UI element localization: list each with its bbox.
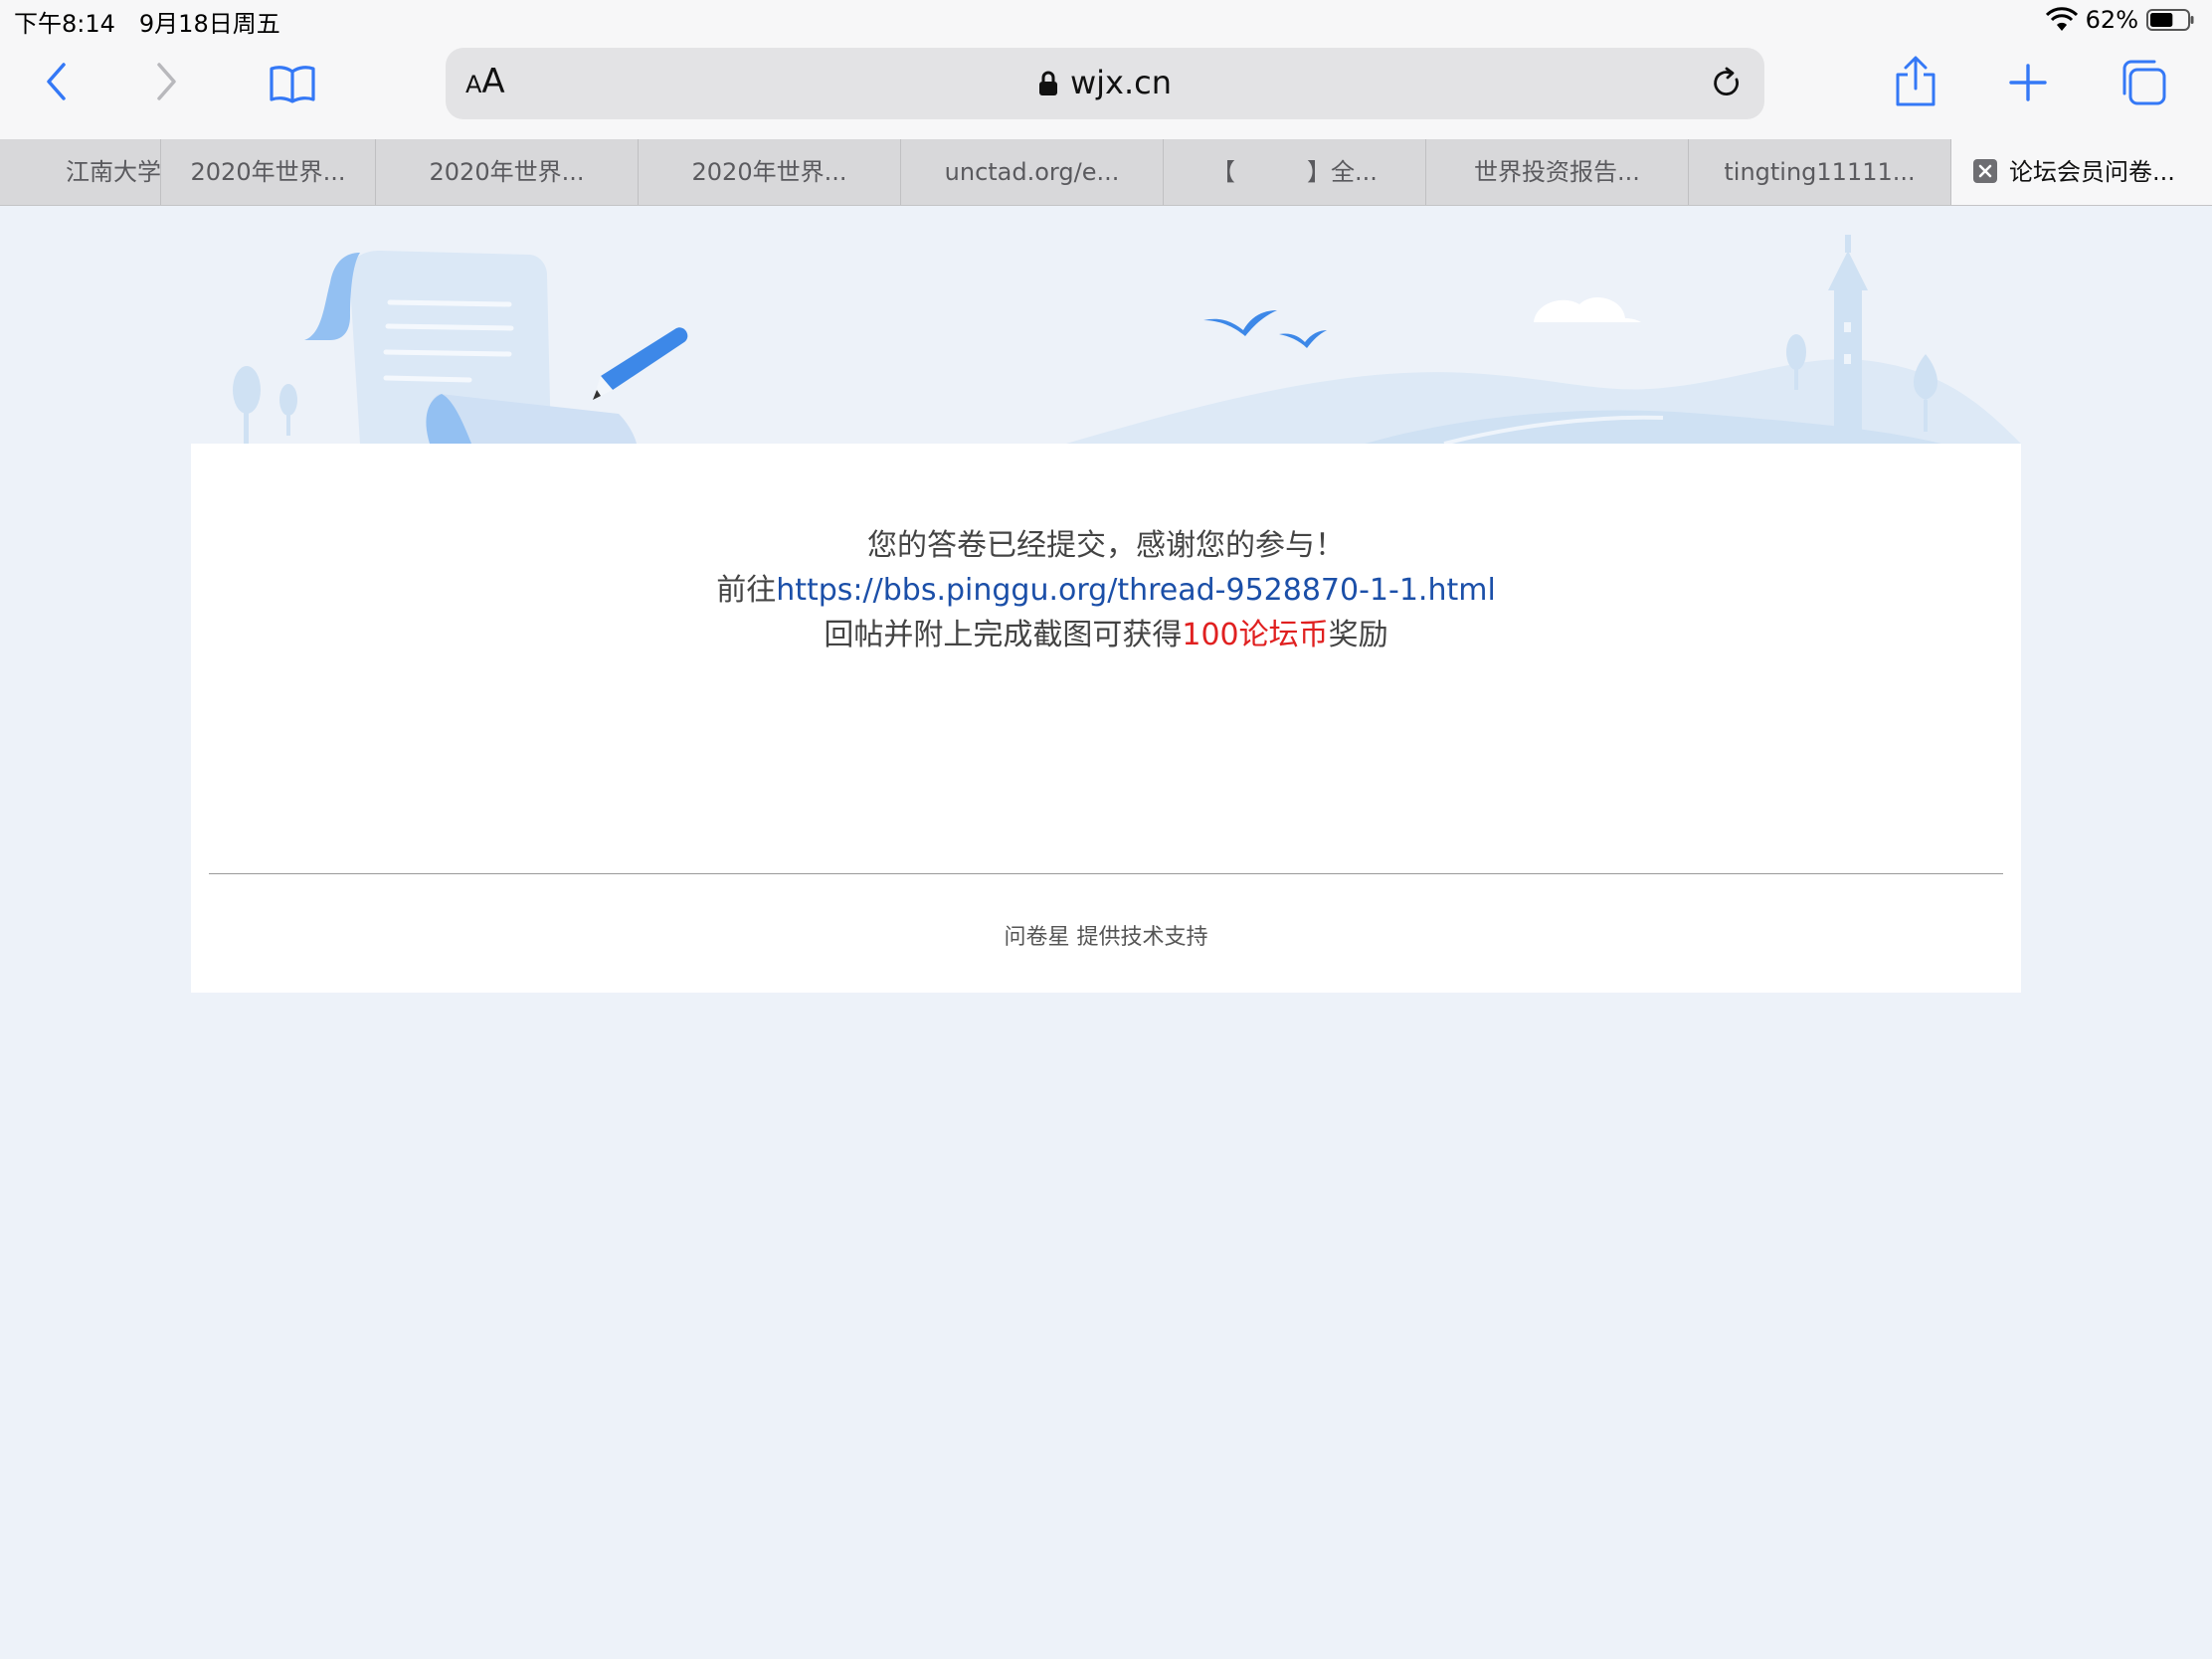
reward-amount: 100论坛币 [1182,618,1329,652]
powered-by-footer: 问卷星 提供技术支持 [1004,925,1208,950]
tab-label: 2020年世界... [190,158,346,186]
wifi-icon [2045,7,2078,31]
url-text: wjx.cn [1069,64,1173,101]
tab-label: 世界投资报告... [1474,158,1640,186]
tab-4[interactable]: unctad.org/e... [901,139,1164,205]
scenery-illustration [233,235,2021,446]
tab-label: 论坛会员问卷... [2009,158,2175,186]
new-tab-button[interactable] [2007,62,2049,103]
reload-button[interactable] [1709,66,1745,105]
tab-label: 【 】全... [1211,158,1378,186]
browser-chrome: 下午8:14 9月18日周五 62% AA wjx.cn 江南大学 2020年世… [0,0,2212,206]
bookmarks-icon [270,66,315,103]
tab-1[interactable]: 2020年世界... [161,139,376,205]
tab-5[interactable]: 【 】全... [1164,139,1426,205]
status-date: 9月18日周五 [138,10,280,38]
tab-label: 2020年世界... [691,158,847,186]
message-prefix: 前往 [716,573,777,608]
back-icon [47,63,66,100]
tab-label: 2020年世界... [429,158,585,186]
forward-button[interactable] [147,60,187,103]
header-illustration [191,205,2021,446]
share-button[interactable] [1894,54,1937,109]
battery-icon [2146,9,2194,31]
reward-suffix: 奖励 [1328,618,1388,652]
url-display[interactable]: wjx.cn [446,64,1764,101]
tab-0[interactable]: 江南大学 [0,139,161,205]
pen-icon [601,327,688,390]
divider [209,873,2003,874]
share-icon [1896,56,1936,106]
battery-percent: 62% [2085,6,2138,34]
tab-label: tingting11111... [1724,158,1916,186]
back-button[interactable] [36,60,76,103]
address-bar[interactable]: AA wjx.cn [446,48,1764,119]
bird-icon [1279,330,1327,348]
status-time: 下午8:14 [14,10,115,38]
forward-icon [157,63,176,100]
browser-toolbar: AA wjx.cn [0,38,2212,139]
status-bar: 下午8:14 9月18日周五 62% [0,0,2212,38]
submission-message: 您的答卷已经提交，感谢您的参与！ 前往https://bbs.pinggu.or… [191,523,2021,657]
bird-icon [1203,310,1277,336]
tabs-icon [2122,60,2166,105]
tab-bar: 江南大学 2020年世界... 2020年世界... 2020年世界... un… [0,139,2212,206]
thread-link[interactable]: https://bbs.pinggu.org/thread-9528870-1-… [776,573,1496,608]
tab-label: 江南大学 [66,158,161,186]
status-indicators: 62% [2045,4,2194,36]
new-tab-icon [2009,64,2047,101]
tab-label: unctad.org/e... [944,158,1120,186]
close-icon [1978,164,1992,178]
bookmarks-button[interactable] [267,62,318,105]
tabs-overview-button[interactable] [2119,58,2168,107]
status-time-date: 下午8:14 9月18日周五 [14,4,280,39]
tab-3[interactable]: 2020年世界... [639,139,901,205]
result-card: 您的答卷已经提交，感谢您的参与！ 前往https://bbs.pinggu.or… [191,444,2021,993]
message-line-2: 前往https://bbs.pinggu.org/thread-9528870-… [191,568,2021,613]
lock-icon [1038,71,1057,95]
reward-prefix: 回帖并附上完成截图可获得 [824,618,1183,652]
tab-6[interactable]: 世界投资报告... [1426,139,1689,205]
reload-icon [1714,67,1739,95]
tab-8-active[interactable]: 论坛会员问卷... [1951,139,2212,205]
tab-7[interactable]: tingting11111... [1689,139,1951,205]
tab-2[interactable]: 2020年世界... [376,139,639,205]
tab-close-button[interactable] [1973,159,1997,183]
message-line-1: 您的答卷已经提交，感谢您的参与！ [867,528,1345,563]
cloud-icon [1534,296,1641,322]
message-line-3: 回帖并附上完成截图可获得100论坛币奖励 [191,613,2021,657]
